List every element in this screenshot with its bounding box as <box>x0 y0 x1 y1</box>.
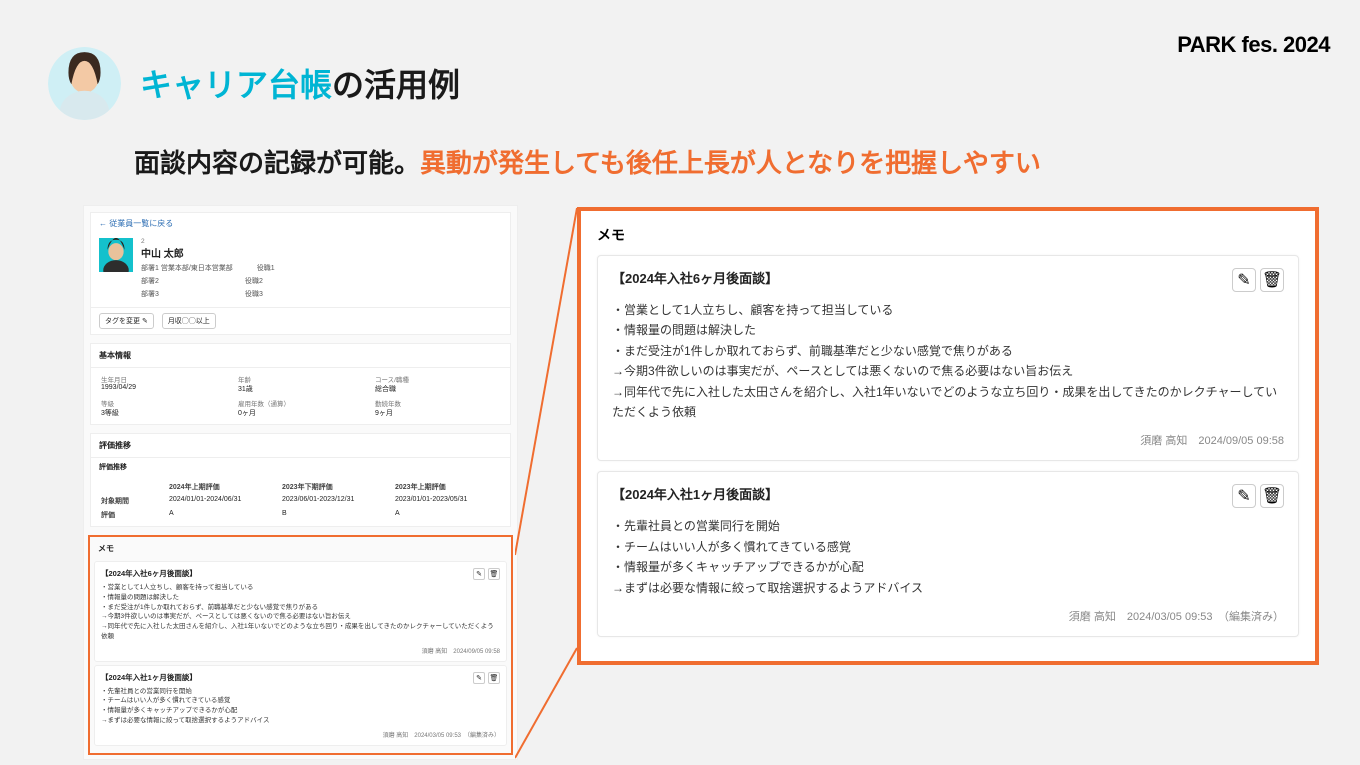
age-value: 31歳 <box>238 384 363 394</box>
back-link[interactable]: ← 従業員一覧に戻る <box>91 213 510 234</box>
dept3-label: 部署3 <box>141 289 221 299</box>
memo-section-title: メモ <box>94 541 507 558</box>
dept1-value: 営業本部/東日本営業部 <box>161 265 233 272</box>
edit-icon[interactable]: ✎ <box>473 568 485 580</box>
memo-card: 【2024年入社6ヶ月後面談】 ✎🗑 ・営業として1人立ちし、顧客を持って担当し… <box>597 255 1299 461</box>
eval-row-rating-label: 評価 <box>101 510 161 520</box>
presenter-avatar <box>48 47 121 120</box>
app-screenshot-left: ← 従業員一覧に戻る 2 中山 太郎 部署1 営業本部/東日本営業部 役職1 部署… <box>83 205 518 760</box>
emp-years-value: 0ヶ月 <box>238 408 363 418</box>
emp-years-label: 雇用年数（通算） <box>238 398 363 408</box>
delete-icon[interactable]: 🗑 <box>488 672 500 684</box>
tag-change-button[interactable]: タグを変更 ✎ <box>99 313 154 329</box>
delete-icon[interactable]: 🗑 <box>1260 484 1284 508</box>
memo-footer: 須磨 高知 2024/03/05 09:53 （編集済み） <box>612 608 1284 624</box>
age-label: 年齢 <box>238 374 363 384</box>
title-accent: キャリア台帳 <box>140 67 332 103</box>
eval-rating-2: B <box>282 510 387 520</box>
eval-subtitle: 評価推移 <box>91 458 510 476</box>
eval-col3: 2023年上期評価 <box>395 482 500 492</box>
memo-heading: 【2024年入社6ヶ月後面談】 <box>101 568 197 579</box>
dob-value: 1993/04/29 <box>101 384 226 391</box>
memo-body: ・営業として1人立ちし、顧客を持って担当している ・情報量の問題は解決した ・ま… <box>101 583 500 642</box>
delete-icon[interactable]: 🗑 <box>1260 268 1284 292</box>
basic-info-card: 基本情報 生年月日1993/04/29 年齢31歳 コース/職種総合職 等級3等… <box>90 343 511 425</box>
employee-name: 中山 太郎 <box>141 245 502 260</box>
course-value: 総合職 <box>375 384 500 394</box>
dept1-label: 部署1 <box>141 265 159 272</box>
memo-body: ・先輩社員との営業同行を開始 ・チームはいい人が多く慣れてきている感覚 ・情報量… <box>101 687 500 726</box>
dept2-label: 部署2 <box>141 276 221 286</box>
tag-chip[interactable]: 月収◯◯以上 <box>162 313 216 329</box>
dob-label: 生年月日 <box>101 374 226 384</box>
eval-period-3: 2023/01/01-2023/05/31 <box>395 496 500 506</box>
eval-card: 評価推移 評価推移 2024年上期評価 2023年下期評価 2023年上期評価 対象… <box>90 433 511 527</box>
eval-row-period-label: 対象期間 <box>101 496 161 506</box>
memo-footer: 須磨 高知 2024/09/05 09:58 <box>101 646 500 655</box>
subtitle-plain: 面談内容の記録が可能。 <box>134 148 420 178</box>
employee-avatar <box>99 238 133 272</box>
memo-card: 【2024年入社1ヶ月後面談】 ✎🗑 ・先輩社員との営業同行を開始 ・チームはい… <box>597 471 1299 637</box>
memo-footer: 須磨 高知 2024/09/05 09:58 <box>612 432 1284 448</box>
employee-id: 2 <box>141 238 502 245</box>
eval-rating-3: A <box>395 510 500 520</box>
course-label: コース/職種 <box>375 374 500 384</box>
memo-body: ・営業として1人立ちし、顧客を持って担当している ・情報量の問題は解決した ・ま… <box>612 300 1284 422</box>
memo-card: 【2024年入社6ヶ月後面談】 ✎🗑 ・営業として1人立ちし、顧客を持って担当し… <box>94 561 507 662</box>
eval-period-1: 2024/01/01-2024/06/31 <box>169 496 274 506</box>
brand-logo: PARK fes. 2024 <box>1177 32 1330 58</box>
memo-heading: 【2024年入社1ヶ月後面談】 <box>101 672 197 683</box>
eval-period-2: 2023/06/01-2023/12/31 <box>282 496 387 506</box>
grade-label: 等級 <box>101 398 226 408</box>
memo-heading: 【2024年入社6ヶ月後面談】 <box>612 268 778 287</box>
memo-card: 【2024年入社1ヶ月後面談】 ✎🗑 ・先輩社員との営業同行を開始 ・チームはい… <box>94 665 507 746</box>
tenure-value: 9ヶ月 <box>375 408 500 418</box>
role2-label: 役職2 <box>245 276 325 286</box>
callout-connector <box>515 205 585 765</box>
edit-icon[interactable]: ✎ <box>1232 268 1256 292</box>
slide-subtitle: 面談内容の記録が可能。異動が発生しても後任上長が人となりを把握しやすい <box>134 143 1041 180</box>
eval-title: 評価推移 <box>91 434 510 458</box>
edit-icon[interactable]: ✎ <box>473 672 485 684</box>
profile-card: ← 従業員一覧に戻る 2 中山 太郎 部署1 営業本部/東日本営業部 役職1 部署… <box>90 212 511 335</box>
memo-body: ・先輩社員との営業同行を開始 ・チームはいい人が多く慣れてきている感覚 ・情報量… <box>612 516 1284 598</box>
memo-zoom-title: メモ <box>597 225 1299 245</box>
delete-icon[interactable]: 🗑 <box>488 568 500 580</box>
edit-icon[interactable]: ✎ <box>1232 484 1256 508</box>
role1-label: 役職1 <box>257 263 337 273</box>
subtitle-accent: 異動が発生しても後任上長が人となりを把握しやすい <box>420 148 1041 178</box>
eval-rating-1: A <box>169 510 274 520</box>
memo-zoom-panel: メモ 【2024年入社6ヶ月後面談】 ✎🗑 ・営業として1人立ちし、顧客を持って… <box>577 207 1319 665</box>
role3-label: 役職3 <box>245 289 325 299</box>
title-rest: の活用例 <box>332 67 460 103</box>
tenure-label: 勤続年数 <box>375 398 500 408</box>
eval-col2: 2023年下期評価 <box>282 482 387 492</box>
grade-value: 3等級 <box>101 408 226 418</box>
basic-info-title: 基本情報 <box>91 344 510 368</box>
eval-col1: 2024年上期評価 <box>169 482 274 492</box>
memo-heading: 【2024年入社1ヶ月後面談】 <box>612 484 778 503</box>
memo-footer: 須磨 高知 2024/03/05 09:53 （編集済み） <box>101 730 500 739</box>
memo-section-highlighted: メモ 【2024年入社6ヶ月後面談】 ✎🗑 ・営業として1人立ちし、顧客を持って… <box>88 535 513 755</box>
slide-title: キャリア台帳の活用例 <box>140 60 460 106</box>
